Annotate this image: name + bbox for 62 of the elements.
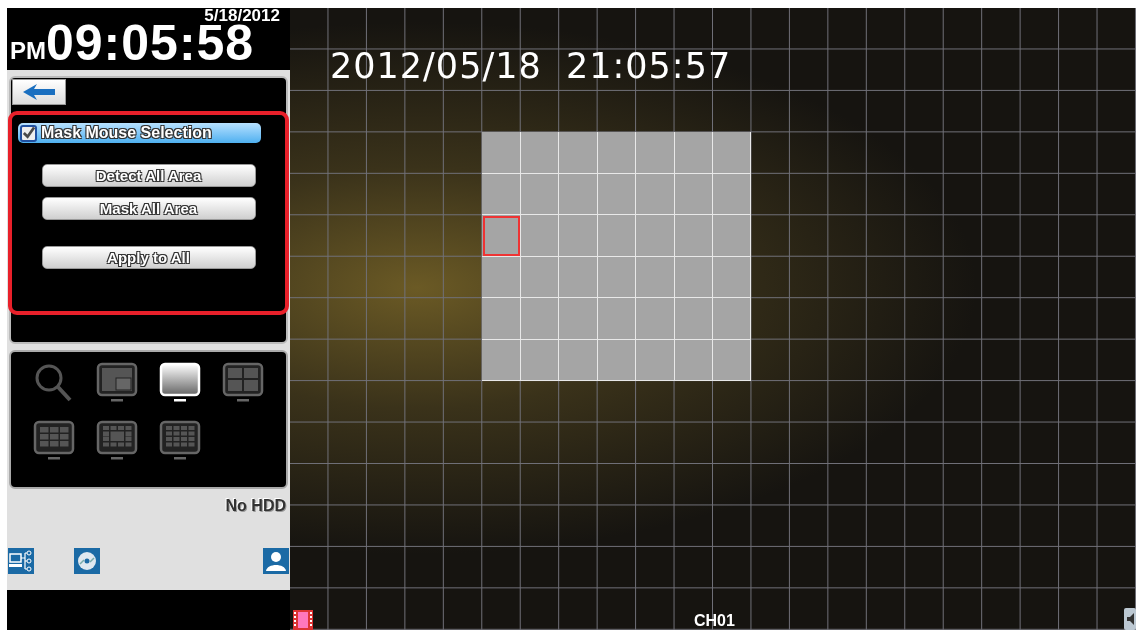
masked-grid-cell[interactable]: [674, 339, 713, 382]
channel-label: CH01: [694, 612, 735, 630]
panel-button[interactable]: Apply to All: [41, 246, 256, 269]
center-grid-icon[interactable]: [95, 420, 140, 462]
masked-grid-cell[interactable]: [713, 298, 752, 340]
masked-grid-cell[interactable]: [674, 298, 713, 340]
masked-grid-cell[interactable]: [520, 298, 560, 340]
quad-layout-icon[interactable]: [220, 362, 265, 404]
masked-grid-cell[interactable]: [713, 132, 752, 174]
masked-grid-cell[interactable]: [713, 339, 752, 382]
masked-grid-cell[interactable]: [674, 173, 713, 216]
masked-grid-cell[interactable]: [482, 256, 521, 299]
network-icon[interactable]: [8, 548, 34, 574]
masked-grid-cell[interactable]: [559, 298, 598, 340]
panel-button[interactable]: Detect All Area: [41, 164, 256, 187]
masked-grid-cell[interactable]: [636, 132, 675, 174]
masked-grid-cell[interactable]: [520, 173, 560, 216]
masked-grid-cell[interactable]: [597, 215, 637, 257]
meridiem-text: PM: [10, 36, 46, 66]
nine-grid-icon[interactable]: [32, 420, 77, 462]
masked-grid-cell[interactable]: [482, 215, 521, 257]
masked-grid-cell[interactable]: [559, 256, 598, 299]
masked-grid-cell[interactable]: [636, 339, 675, 382]
masked-grid-cell[interactable]: [636, 173, 675, 216]
masked-grid-cell[interactable]: [597, 339, 637, 382]
single-screen-icon[interactable]: [157, 362, 202, 404]
masked-grid-cell[interactable]: [597, 298, 637, 340]
masked-grid-cell[interactable]: [713, 215, 752, 257]
masked-grid-cell[interactable]: [674, 256, 713, 299]
masked-grid-cell[interactable]: [597, 132, 637, 174]
panel-button[interactable]: Mask All Area: [41, 197, 256, 220]
masked-grid-cell[interactable]: [597, 256, 637, 299]
masked-grid-cell[interactable]: [482, 173, 521, 216]
masked-grid-cell[interactable]: [520, 215, 560, 257]
back-button[interactable]: [12, 79, 66, 105]
back-arrow-icon: [21, 83, 57, 101]
masked-grid-cell[interactable]: [559, 132, 598, 174]
disk-status-text: No HDD: [225, 497, 286, 515]
masked-grid-cell[interactable]: [520, 132, 560, 174]
masked-grid-cell[interactable]: [482, 132, 521, 174]
film-icon: [293, 610, 313, 630]
masked-grid-cell[interactable]: [674, 215, 713, 257]
masked-grid-cell[interactable]: [482, 339, 521, 382]
masked-grid-cell[interactable]: [636, 215, 675, 257]
speaker-icon[interactable]: [1124, 608, 1136, 630]
masked-grid-cell[interactable]: [559, 215, 598, 257]
masked-grid-cell[interactable]: [636, 298, 675, 340]
masked-grid-cell[interactable]: [559, 173, 598, 216]
masked-grid-cell[interactable]: [713, 173, 752, 216]
masked-grid-cell[interactable]: [597, 173, 637, 216]
masked-grid-cell[interactable]: [482, 298, 521, 340]
masked-grid-cell[interactable]: [674, 132, 713, 174]
masked-grid-cell[interactable]: [713, 256, 752, 299]
picture-in-picture-icon[interactable]: [95, 362, 140, 404]
masked-grid-cell[interactable]: [520, 339, 560, 382]
masked-grid-cell[interactable]: [559, 339, 598, 382]
user-icon[interactable]: [263, 548, 289, 574]
masked-grid-cell[interactable]: [520, 256, 560, 299]
sixteen-grid-icon[interactable]: [157, 420, 202, 462]
osd-timestamp: 2012/05/18 21:05:57: [330, 46, 732, 86]
checkmark-icon: [22, 126, 35, 140]
masked-grid-cell[interactable]: [636, 256, 675, 299]
